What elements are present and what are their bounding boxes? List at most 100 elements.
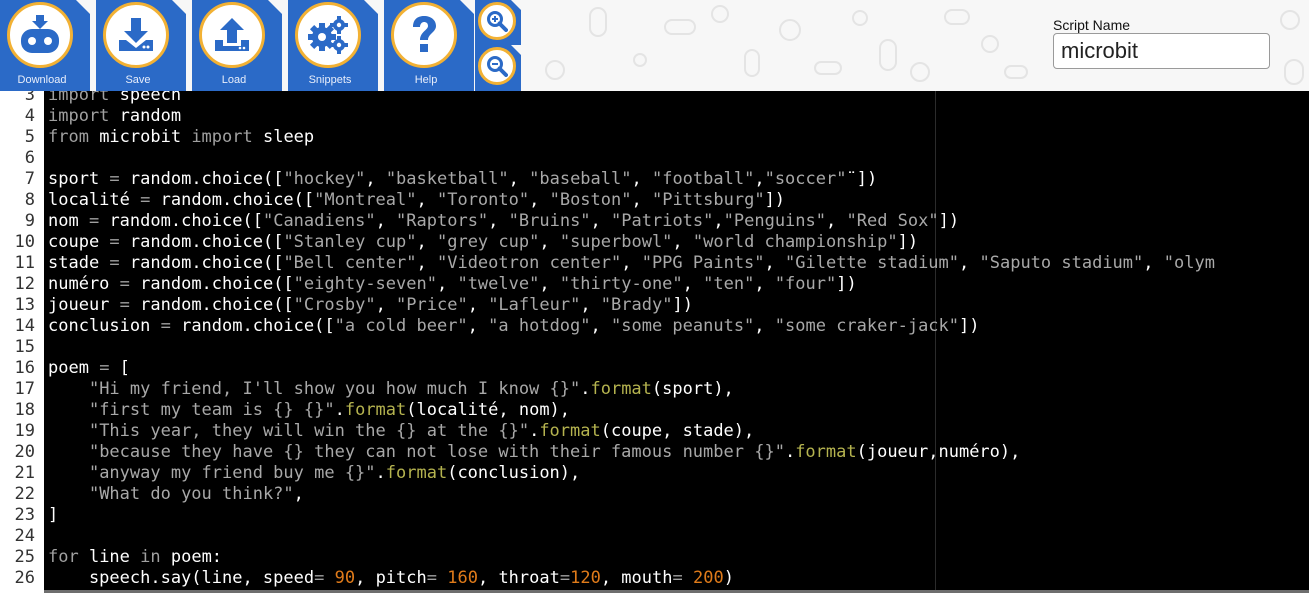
code-token: sleep <box>252 127 315 147</box>
line-number: 6 <box>24 148 35 168</box>
code-editor[interactable]: 3 import speech 4 import random 5 from microb… <box>0 91 1309 593</box>
code-token: "anyway my friend buy me {}" <box>88 463 376 483</box>
code-line[interactable]: sport = random.choice(["hockey", "basket… <box>48 169 877 190</box>
code-line[interactable]: coupe = random.choice(["Stanley cup", "g… <box>48 232 918 253</box>
code-token: , <box>590 316 611 336</box>
code-token: (localité, nom), <box>406 400 571 420</box>
code-token: "Canadiens" <box>262 211 376 231</box>
code-token: , <box>713 211 724 231</box>
code-token: , <box>488 211 509 231</box>
code-token: , <box>631 169 652 189</box>
code-line[interactable]: nom = random.choice(["Canadiens", "Rapto… <box>48 211 959 232</box>
load-upload-icon <box>199 2 265 68</box>
code-line[interactable]: import random <box>48 106 181 127</box>
zoom-in-button[interactable] <box>475 0 521 45</box>
zoom-out-button[interactable] <box>475 45 521 91</box>
code-token: line <box>78 547 141 567</box>
code-token: = <box>426 568 437 588</box>
code-token: , <box>416 190 437 210</box>
code-token: = <box>314 568 325 588</box>
code-token: coupe <box>48 232 110 252</box>
line-number: 10 <box>14 232 35 252</box>
code-token: , <box>959 253 980 273</box>
code-token: "grey cup" <box>436 232 540 252</box>
code-token: , mouth <box>600 568 673 588</box>
line-number: 24 <box>14 526 35 546</box>
code-token: "thirty-one" <box>559 274 683 294</box>
code-token: "Bruins" <box>508 211 591 231</box>
code-line[interactable]: for line in poem: <box>48 547 222 568</box>
code-token: [ <box>109 358 130 378</box>
code-token: , <box>508 169 530 189</box>
line-number: 14 <box>14 316 35 336</box>
code-token: = <box>109 169 120 189</box>
code-token: "soccer" <box>764 169 847 189</box>
code-line[interactable]: poem = [ <box>48 358 130 379</box>
code-token: ) <box>723 568 734 588</box>
load-button[interactable]: Load <box>192 0 282 91</box>
code-token: ]) <box>959 316 980 336</box>
code-line[interactable]: joueur = random.choice(["Crosby", "Price… <box>48 295 693 316</box>
code-line[interactable]: "Hi my friend, I'll show you how much I … <box>48 379 734 400</box>
code-line[interactable]: "first my team is {} {}".format(localité… <box>48 400 570 421</box>
code-token: random.choice([ <box>170 316 335 336</box>
code-token: = <box>109 232 120 252</box>
save-button[interactable]: Save <box>96 0 186 91</box>
line-number: 26 <box>14 568 35 588</box>
code-token: random.choice([ <box>99 211 263 231</box>
code-line[interactable]: "anyway my friend buy me {}".format(conc… <box>48 463 580 484</box>
snippets-button[interactable]: Snippets <box>288 0 378 91</box>
code-token: = <box>119 274 130 294</box>
code-token: for <box>48 547 79 567</box>
code-token: = <box>99 358 110 378</box>
code-token: stade <box>48 253 110 273</box>
download-button[interactable]: Download <box>0 0 90 91</box>
code-token: = <box>88 211 100 231</box>
code-line[interactable]: from microbit import sleep <box>48 127 314 148</box>
code-line[interactable]: numéro = random.choice(["eighty-seven", … <box>48 274 857 295</box>
help-button[interactable]: Help <box>384 0 474 91</box>
zoom-in-icon <box>478 2 516 40</box>
code-token: (joueur,numéro), <box>856 442 1021 462</box>
code-token: "Penguins" <box>723 211 826 231</box>
save-download-icon <box>103 2 169 68</box>
code-token: speech <box>109 91 182 105</box>
line-number: 11 <box>14 253 35 273</box>
code-token: "some craker-jack" <box>774 316 960 336</box>
code-line[interactable]: "because they have {} they can not lose … <box>48 442 1020 463</box>
code-line[interactable]: import speech <box>48 91 181 106</box>
code-token: "Crosby" <box>293 295 376 315</box>
corner-notch <box>511 0 521 10</box>
code-token: format <box>590 379 652 399</box>
code-token: , <box>529 190 550 210</box>
code-token: , <box>467 295 489 315</box>
code-token: "Saputo stadium" <box>979 253 1144 273</box>
code-line[interactable]: conclusion = random.choice(["a cold beer… <box>48 316 980 337</box>
code-token: conclusion <box>48 316 161 336</box>
code-token: "Stanley cup" <box>283 232 417 252</box>
code-token: . <box>375 463 386 483</box>
script-name-input[interactable] <box>1053 33 1270 69</box>
code-line[interactable]: stade = random.choice(["Bell center", "V… <box>48 253 1215 274</box>
code-token: (conclusion), <box>447 463 581 483</box>
code-line[interactable]: speech.say(line, speed= 90, pitch= 160, … <box>48 568 734 589</box>
code-line[interactable]: "This year, they will win the {} at the … <box>48 421 754 442</box>
code-token: "This year, they will win the {} at the … <box>88 421 530 441</box>
code-line[interactable]: ] <box>48 505 58 526</box>
code-line[interactable]: "What do you think?", <box>48 484 304 505</box>
code-token: "PPG Paints" <box>641 253 765 273</box>
code-token: format <box>795 442 857 462</box>
code-token: "because they have {} they can not lose … <box>88 442 785 462</box>
code-token: speech.say(line, speed <box>48 568 315 588</box>
code-token: "some peanuts" <box>611 316 755 336</box>
code-line[interactable]: localité = random.choice(["Montreal", "T… <box>48 190 785 211</box>
code-token: "four" <box>774 274 837 294</box>
code-token: . <box>529 421 540 441</box>
line-number: 4 <box>24 106 35 126</box>
code-token: import <box>191 127 253 147</box>
corner-notch <box>511 45 521 55</box>
